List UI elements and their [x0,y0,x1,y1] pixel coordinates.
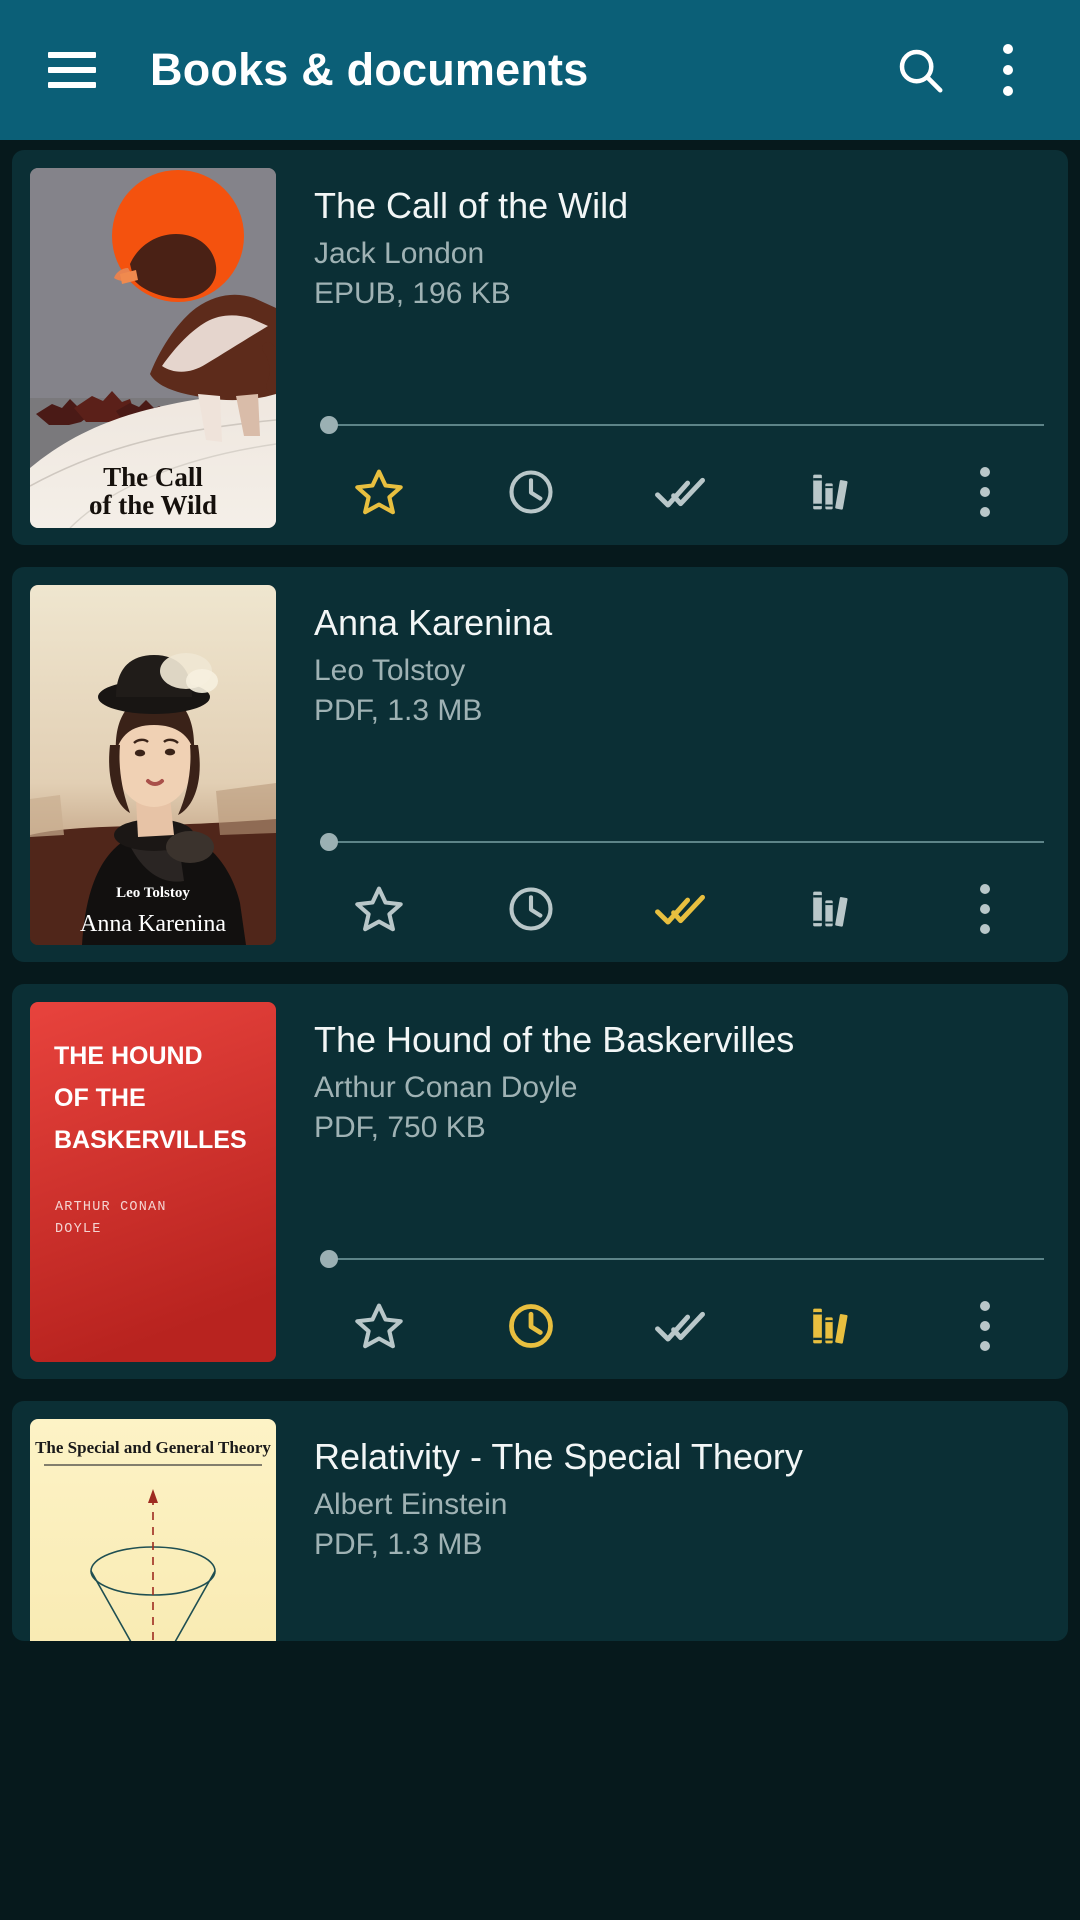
cover-title-line-1: The Call [103,462,203,492]
book-author: Jack London [314,237,485,270]
book-title: The Hound of the Baskervilles [314,1019,795,1060]
page-title: Books & documents [150,44,589,95]
clock-icon [508,1304,553,1348]
progress-track [320,424,1044,426]
book-cover[interactable]: THE HOUND OF THE BASKERVILLES ARTHUR CON… [30,1002,276,1362]
book-list-item[interactable]: The Special and General Theory Relativit… [12,1401,1068,1641]
double-check-icon [655,1311,705,1342]
collections-button[interactable] [803,1295,865,1357]
book-list: The Call of the Wild The Call of the Wil… [0,140,1080,1641]
progress-track [320,1258,1044,1260]
double-check-icon [655,477,705,508]
book-actions [314,435,1050,531]
to-read-button[interactable] [500,461,562,523]
more-vertical-icon [980,467,990,517]
book-list-item[interactable]: Leo Tolstoy Anna Karenina Anna Karenina … [12,567,1068,962]
book-cover[interactable]: Leo Tolstoy Anna Karenina [30,585,276,945]
book-format: PDF, 1.3 MB [314,1528,483,1561]
more-vertical-icon [980,1301,990,1351]
book-meta: Anna Karenina Leo Tolstoy PDF, 1.3 MB [276,585,1050,948]
book-format: PDF, 1.3 MB [314,694,483,727]
progress-thumb[interactable] [320,416,338,434]
to-read-button[interactable] [500,878,562,940]
book-actions [314,1269,1050,1365]
book-actions [314,852,1050,948]
more-vertical-icon [1003,44,1013,96]
collections-button[interactable] [803,878,865,940]
progress-thumb[interactable] [320,833,338,851]
hamburger-menu-button[interactable] [28,26,116,114]
book-author: Leo Tolstoy [314,654,466,687]
favorite-button[interactable] [348,1295,410,1357]
cover-title: Anna Karenina [80,911,226,937]
cover-art-hound-baskervilles: THE HOUND OF THE BASKERVILLES ARTHUR CON… [30,1002,276,1362]
reading-progress-slider[interactable] [320,1249,1044,1269]
book-meta: The Hound of the Baskervilles Arthur Con… [276,1002,1050,1365]
bookshelf-icon [812,891,848,927]
book-format: PDF, 750 KB [314,1111,486,1144]
item-overflow-button[interactable] [954,1295,1016,1357]
book-title: Anna Karenina [314,602,553,643]
to-read-button[interactable] [500,1295,562,1357]
book-list-item[interactable]: THE HOUND OF THE BASKERVILLES ARTHUR CON… [12,984,1068,1379]
book-list-item[interactable]: The Call of the Wild The Call of the Wil… [12,150,1068,545]
book-meta: Relativity - The Special Theory Albert E… [276,1419,1050,1627]
cover-title-line-3: BASKERVILLES [54,1126,247,1154]
search-button[interactable] [876,26,964,114]
book-title: The Call of the Wild [314,185,629,226]
book-author: Arthur Conan Doyle [314,1071,578,1104]
cover-author-line-1: ARTHUR CONAN [55,1200,167,1215]
mark-read-button[interactable] [651,461,713,523]
bookshelf-icon [812,1308,848,1344]
reading-progress-slider[interactable] [320,415,1044,435]
star-icon [355,886,403,932]
reading-progress-slider[interactable] [320,832,1044,852]
app-bar: Books & documents [0,0,1080,140]
progress-thumb[interactable] [320,1250,338,1268]
collections-button[interactable] [803,461,865,523]
clock-icon [508,887,553,931]
cover-art-anna-karenina: Leo Tolstoy Anna Karenina [30,585,276,945]
book-cover[interactable]: The Call of the Wild [30,168,276,528]
star-icon [355,469,403,515]
app-overflow-button[interactable] [964,26,1052,114]
favorite-button[interactable] [348,461,410,523]
book-author: Albert Einstein [314,1488,508,1521]
favorite-button[interactable] [348,878,410,940]
item-overflow-button[interactable] [954,878,1016,940]
book-title: Relativity - The Special Theory [314,1436,803,1477]
item-overflow-button[interactable] [954,461,1016,523]
bookshelf-icon [812,474,848,510]
double-check-icon [655,894,705,925]
book-cover[interactable]: The Special and General Theory [30,1419,276,1641]
clock-icon [508,470,553,514]
book-format: EPUB, 196 KB [314,277,511,310]
more-vertical-icon [980,884,990,934]
book-meta: The Call of the Wild Jack London EPUB, 1… [276,168,1050,531]
cover-title: The Special and General Theory [35,1438,271,1457]
cover-title-line-1: THE HOUND [54,1042,203,1070]
mark-read-button[interactable] [651,878,713,940]
search-icon [899,49,943,93]
cover-art-call-of-the-wild: The Call of the Wild [30,168,276,528]
progress-track [320,841,1044,843]
hamburger-menu-icon [48,52,96,88]
star-icon [355,1303,403,1349]
cover-title-line-2: OF THE [54,1084,146,1112]
cover-art-relativity: The Special and General Theory [30,1419,276,1641]
cover-author: Leo Tolstoy [116,885,190,901]
mark-read-button[interactable] [651,1295,713,1357]
cover-author-line-2: DOYLE [55,1222,102,1237]
cover-title-line-2: of the Wild [89,490,217,520]
